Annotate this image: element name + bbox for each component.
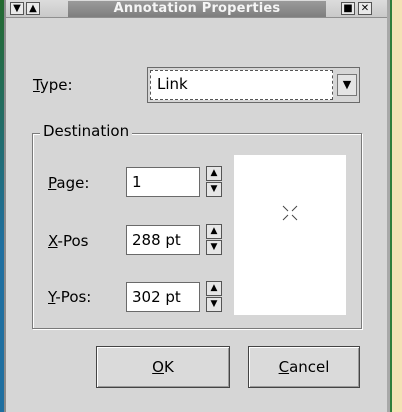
page-input[interactable]: 1 [126, 167, 200, 197]
xpos-input[interactable]: 288 pt [126, 225, 200, 255]
chevron-up-icon: ▲ [29, 3, 37, 14]
window-title: Annotation Properties [68, 1, 326, 17]
destination-group-title: Destination [40, 122, 133, 140]
chevron-down-icon[interactable]: ▼ [337, 74, 357, 96]
xpos-spin-up-button[interactable]: ▲ [206, 224, 222, 239]
ypos-label: Y-Pos: [48, 288, 92, 306]
type-combobox-value: Link [150, 70, 333, 100]
cancel-button[interactable]: Cancel [248, 346, 360, 388]
destination-preview[interactable] [234, 155, 346, 315]
xpos-spin-down-button[interactable]: ▼ [206, 240, 222, 255]
chevron-down-icon: ▼ [13, 3, 21, 14]
annotation-properties-dialog: ▼ ▲ Annotation Properties ■ ✕ Type: Link… [4, 0, 390, 412]
page-spin-down-button[interactable]: ▼ [206, 182, 222, 197]
window-menu-button[interactable]: ▼ [10, 2, 24, 15]
maximize-icon: ■ [343, 3, 353, 14]
page-spin-up-button[interactable]: ▲ [206, 166, 222, 181]
ypos-spin-down-button[interactable]: ▼ [206, 297, 222, 312]
page-label: Page: [48, 174, 90, 192]
arrow-up-icon: ▲ [210, 168, 218, 178]
ypos-spinner: ▲ ▼ [206, 281, 222, 313]
crosshair-icon [282, 205, 298, 221]
arrow-up-icon: ▲ [210, 283, 218, 293]
close-button[interactable]: ✕ [358, 2, 372, 15]
page-spinner: ▲ ▼ [206, 166, 222, 198]
xpos-spinner: ▲ ▼ [206, 224, 222, 256]
ypos-spin-up-button[interactable]: ▲ [206, 281, 222, 296]
arrow-down-icon: ▼ [210, 184, 218, 194]
arrow-up-icon: ▲ [210, 226, 218, 236]
type-label: Type: [33, 76, 73, 94]
title-bar[interactable]: ▼ ▲ Annotation Properties ■ ✕ [6, 0, 387, 18]
close-icon: ✕ [360, 3, 370, 14]
shade-button[interactable]: ▲ [26, 2, 40, 15]
type-combobox[interactable]: Link ▼ [147, 67, 360, 103]
xpos-label: X-Pos [48, 232, 89, 250]
ypos-input[interactable]: 302 pt [126, 282, 200, 312]
desktop-background-right [392, 0, 402, 412]
ok-button[interactable]: OK [96, 346, 230, 388]
arrow-down-icon: ▼ [210, 299, 218, 309]
arrow-down-icon: ▼ [210, 242, 218, 252]
maximize-button[interactable]: ■ [341, 2, 355, 15]
